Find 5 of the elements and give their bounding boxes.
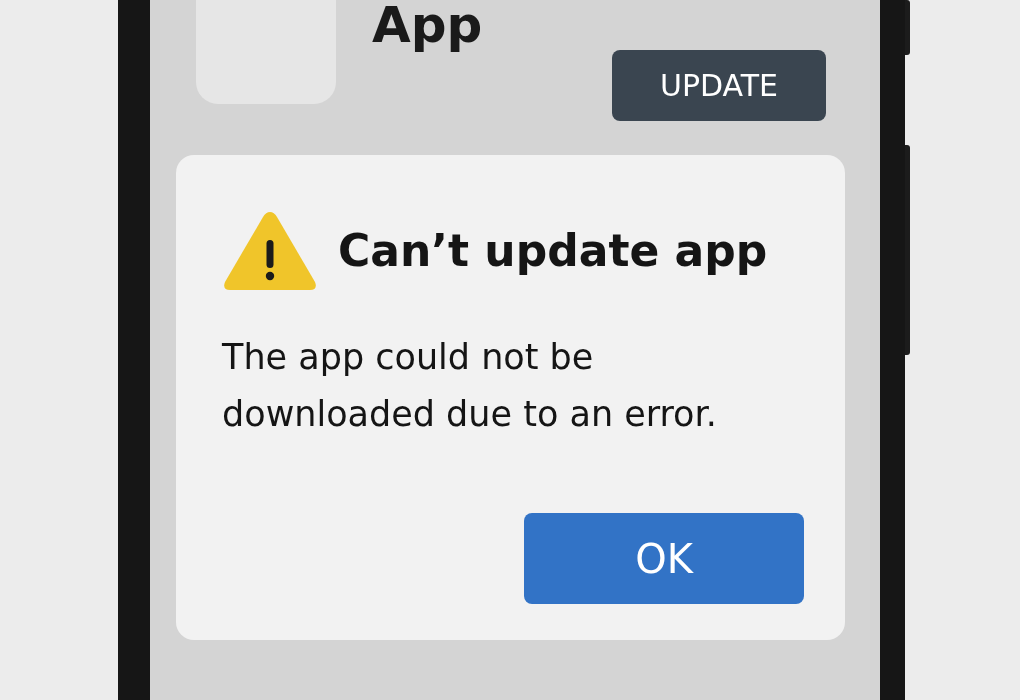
app-title: App [372,0,483,54]
update-button[interactable]: UPDATE [612,50,826,121]
dialog-message: The app could not be downloaded due to an error. [222,336,718,436]
ok-button[interactable]: OK [524,513,804,604]
dialog-title: Can’t update app [338,225,768,276]
